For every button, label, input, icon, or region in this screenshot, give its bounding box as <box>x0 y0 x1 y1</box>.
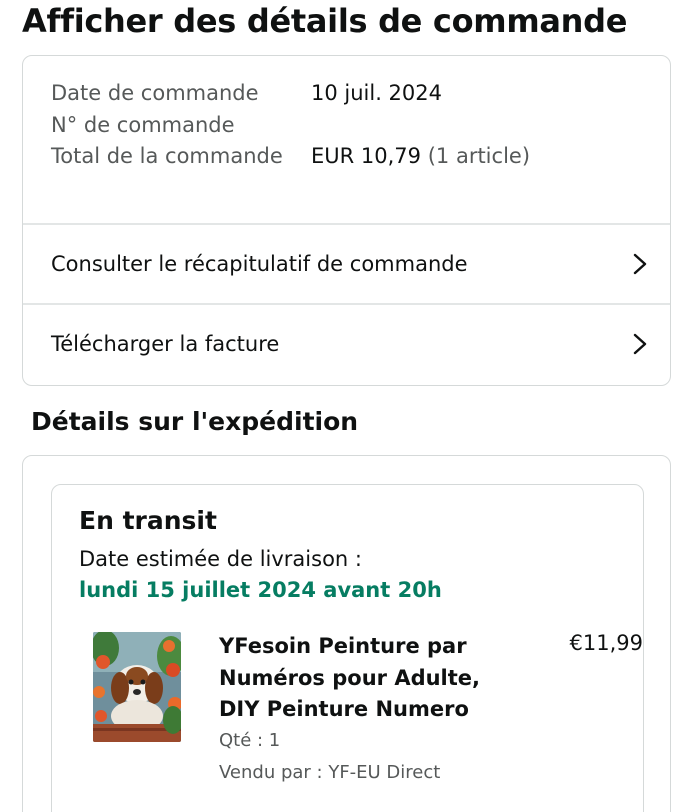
product-quantity: Qté : 1 <box>219 730 281 751</box>
order-date-value: 10 juil. 2024 <box>311 81 443 105</box>
product-price: €11,99 <box>569 631 643 655</box>
order-date-label: Date de commande <box>51 81 259 105</box>
download-invoice-link[interactable]: Télécharger la facture <box>23 304 670 384</box>
shipping-section-title: Détails sur l'expédition <box>31 407 359 436</box>
product-name-link[interactable]: YFesoin Peinture par Numéros pour Adulte… <box>219 631 489 726</box>
chevron-right-icon <box>633 333 647 355</box>
product-seller: Vendu par : YF-EU Direct <box>219 762 441 783</box>
download-invoice-label: Télécharger la facture <box>51 332 280 356</box>
order-number-label: N° de commande <box>51 112 235 137</box>
order-total: EUR 10,79 (1 article) <box>311 141 530 173</box>
product-painting-image <box>93 632 181 742</box>
eta-date: lundi 15 juillet 2024 avant 20h <box>79 578 442 602</box>
view-order-summary-link[interactable]: Consulter le récapitulatif de commande <box>23 224 670 304</box>
order-total-items: (1 article) <box>427 144 531 168</box>
shipment-status: En transit <box>79 506 217 535</box>
page-title: Afficher des détails de commande <box>22 2 628 40</box>
view-order-summary-label: Consulter le récapitulatif de commande <box>51 252 468 276</box>
order-summary-card: Date de commande 10 juil. 2024 N° de com… <box>22 55 671 386</box>
shipping-card: En transit Date estimée de livraison : l… <box>22 455 671 812</box>
eta-label: Date estimée de livraison : <box>79 547 362 571</box>
order-total-label: Total de la commande <box>51 144 283 168</box>
product-image[interactable] <box>93 632 181 742</box>
chevron-right-icon <box>633 253 647 275</box>
order-total-value: EUR 10,79 <box>311 144 422 168</box>
